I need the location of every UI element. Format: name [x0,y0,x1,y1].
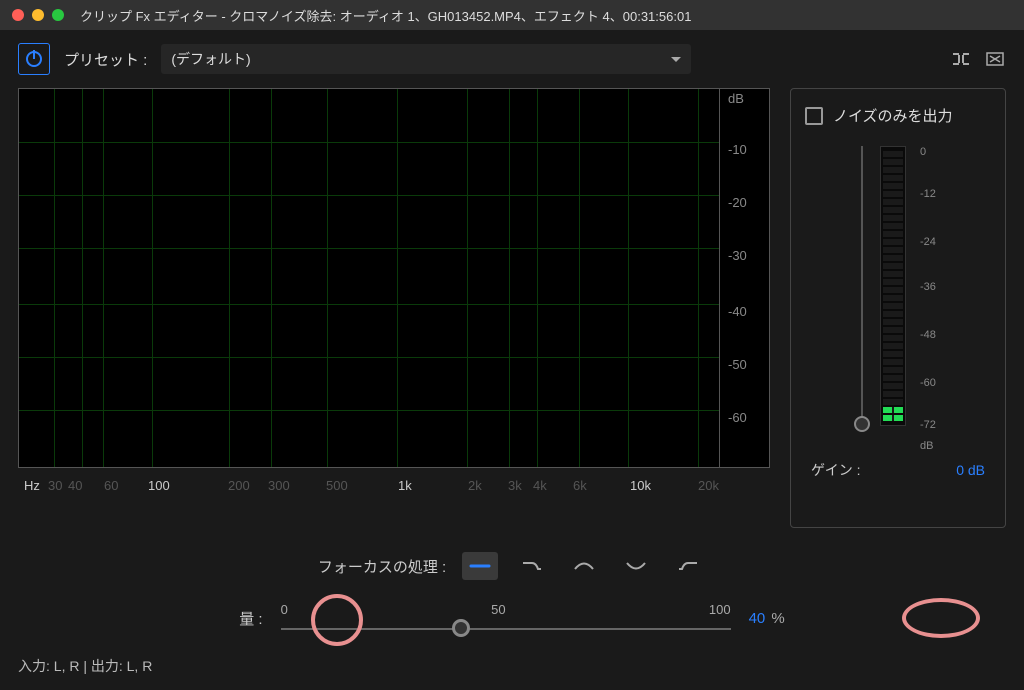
preset-value: (デフォルト) [171,49,250,69]
hz-scale: Hz 30 40 60 100 200 300 500 1k 2k 3k 4k … [18,468,770,502]
focus-highshelf-button[interactable] [670,552,706,580]
focus-notch-button[interactable] [618,552,654,580]
noise-gain-panel: ノイズのみを出力 [790,88,1006,528]
focus-flat-button[interactable] [462,552,498,580]
spectrum-graph[interactable] [19,89,719,467]
checkbox-icon [805,107,823,125]
amount-slider[interactable]: 0 50 100 [281,618,731,620]
maximize-window-button[interactable] [52,9,64,21]
annotation-circle-value [902,598,980,638]
spectrum-box: dB -10 -20 -30 -40 -50 -60 [18,88,770,468]
power-toggle-button[interactable] [18,43,50,75]
titlebar: クリップ Fx エディター - クロマノイズ除去: オーディオ 1、GH0134… [0,0,1024,30]
chevron-down-icon [671,57,681,62]
focus-lowshelf-button[interactable] [514,552,550,580]
main-content: dB -10 -20 -30 -40 -50 -60 Hz 30 40 60 1… [0,88,1024,528]
noise-only-checkbox[interactable]: ノイズのみを出力 [805,105,991,126]
io-footer: 入力: L, R | 出力: L, R [18,656,152,676]
gain-label: ゲイン : [811,460,861,480]
routing-icon[interactable] [950,50,972,68]
amount-value-field[interactable]: 40 % [749,610,785,627]
gain-row: ゲイン : 0 dB [805,460,991,480]
focus-row: フォーカスの処理 : [0,552,1024,580]
meter-area: 0 -12 -24 -36 -48 -60 -72 dB [805,146,991,446]
gain-value[interactable]: 0 dB [956,462,985,478]
gain-handle[interactable] [854,416,870,432]
meter-scale: 0 -12 -24 -36 -48 -60 -72 dB [916,146,942,446]
gain-slider[interactable] [854,146,870,426]
spectrum-panel: dB -10 -20 -30 -40 -50 -60 Hz 30 40 60 1… [18,88,770,528]
amount-row: 量 : 0 50 100 40 % [0,608,1024,629]
preset-label: プリセット : [64,49,147,70]
db-scale: dB -10 -20 -30 -40 -50 -60 [719,89,769,467]
toolbar: プリセット : (デフォルト) [0,30,1024,88]
db-unit: dB [728,91,744,106]
power-icon [26,51,42,67]
amount-slider-handle[interactable] [452,619,470,637]
focus-bell-button[interactable] [566,552,602,580]
preset-dropdown[interactable]: (デフォルト) [161,44,691,74]
hz-unit: Hz [24,478,40,493]
reset-icon[interactable] [984,50,1006,68]
close-window-button[interactable] [12,9,24,21]
amount-label: 量 : [239,608,262,629]
focus-label: フォーカスの処理 : [318,556,446,577]
window-title: クリップ Fx エディター - クロマノイズ除去: オーディオ 1、GH0134… [80,6,1012,25]
noise-only-label: ノイズのみを出力 [833,105,953,126]
level-meter [880,146,906,426]
window-controls [12,9,64,21]
minimize-window-button[interactable] [32,9,44,21]
